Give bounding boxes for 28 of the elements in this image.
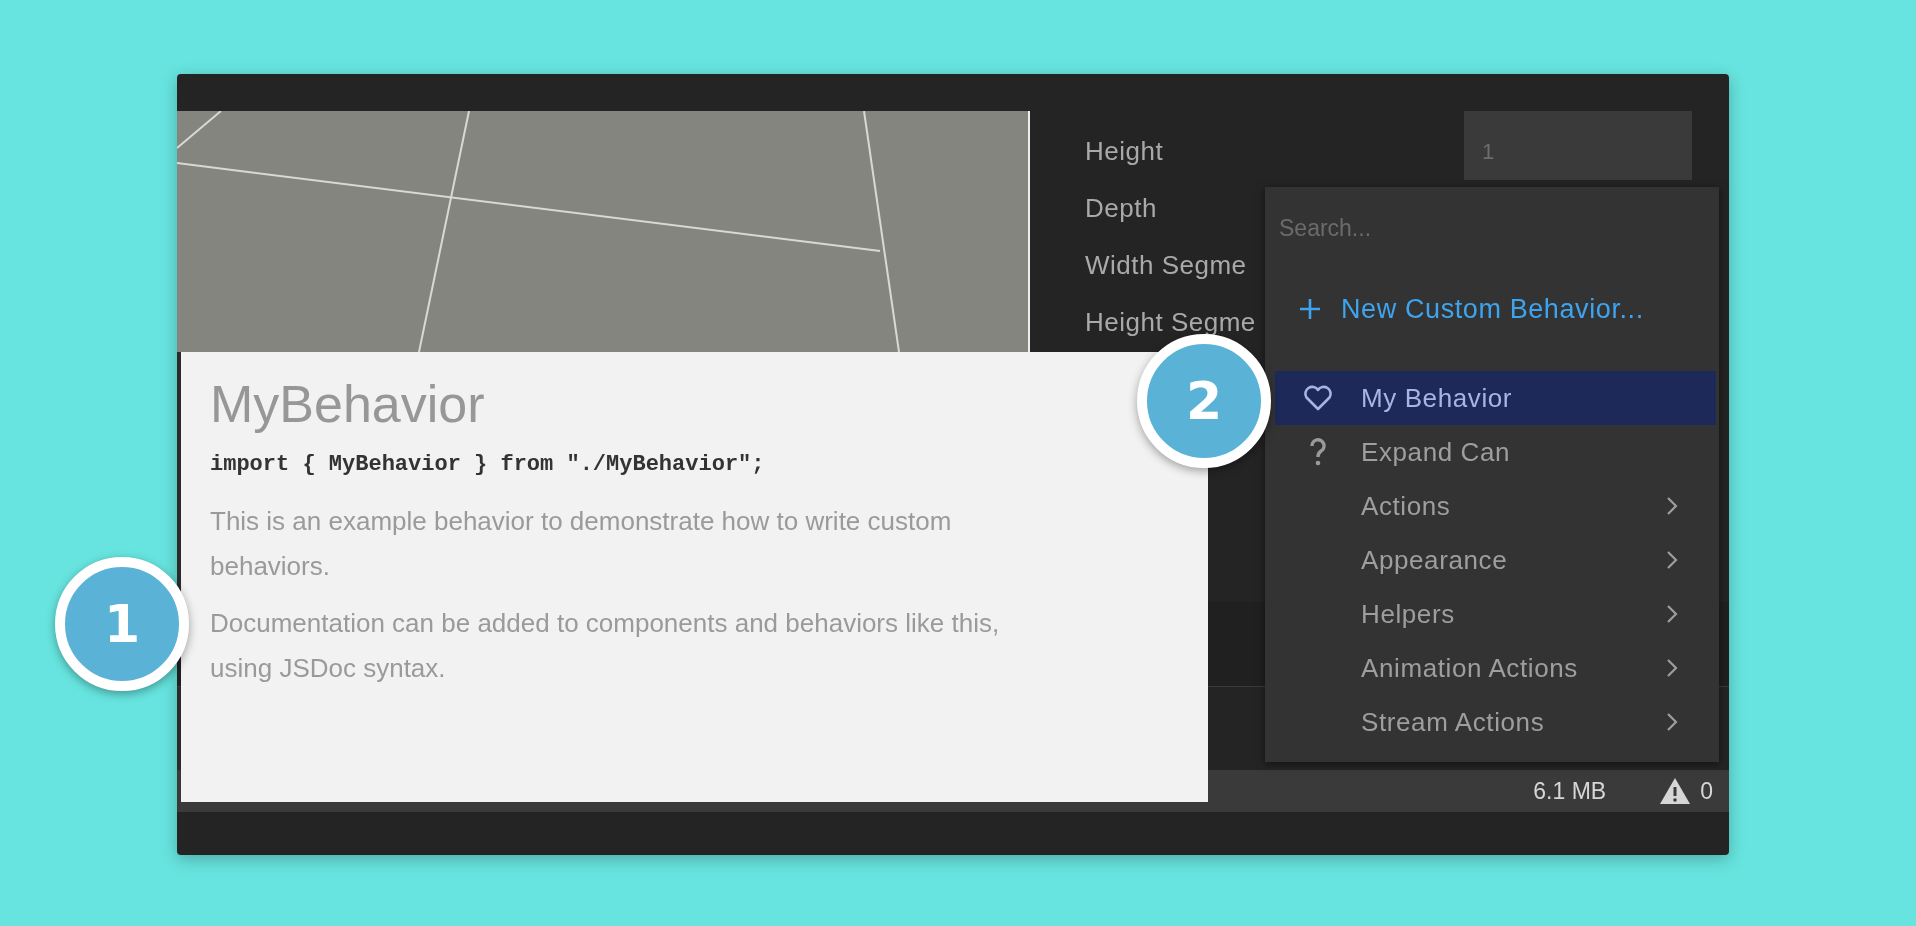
memory-usage: 6.1 MB (1533, 777, 1607, 805)
plus-icon (1299, 298, 1321, 320)
search-field[interactable]: Search... (1275, 199, 1695, 257)
popup-title: MyBehavior (210, 374, 486, 434)
menu-item[interactable]: Appearance (1275, 533, 1716, 587)
chevron-right-icon (1666, 496, 1678, 516)
new-custom-behavior-item[interactable]: New Custom Behavior... (1275, 281, 1650, 337)
heart-icon (1303, 385, 1333, 411)
chevron-right-icon (1666, 550, 1678, 570)
question-mark-icon (1309, 438, 1327, 466)
chevron-right-icon (1666, 712, 1678, 732)
menu-item[interactable]: Helpers (1275, 587, 1716, 641)
menu-item[interactable]: My Behavior (1275, 371, 1716, 425)
menu-item[interactable]: Expand Can (1275, 425, 1716, 479)
callout-number-badge: 1 (55, 557, 189, 691)
menu-item[interactable]: Actions (1275, 479, 1716, 533)
property-label: Height (1085, 136, 1164, 167)
property-label: Depth (1085, 193, 1157, 224)
warning-count: 0 (1700, 777, 1713, 805)
menu-item[interactable]: Animation Actions (1275, 641, 1716, 695)
description-paragraph: Documentation can be added to components and behaviors like this, using JSDoc syntax. (210, 607, 1001, 685)
chevron-right-icon (1666, 658, 1678, 678)
warning-icon (1658, 776, 1693, 806)
chevron-right-icon (1666, 604, 1678, 624)
import-code-line: import { MyBehavior } from "./MyBehavior"; (210, 452, 766, 477)
menu-item[interactable]: Stream Actions (1275, 695, 1716, 749)
description-paragraph: This is an example behavior to demonstrate how to write custom behaviors. (210, 505, 953, 583)
property-label: Width Segme (1085, 250, 1247, 281)
